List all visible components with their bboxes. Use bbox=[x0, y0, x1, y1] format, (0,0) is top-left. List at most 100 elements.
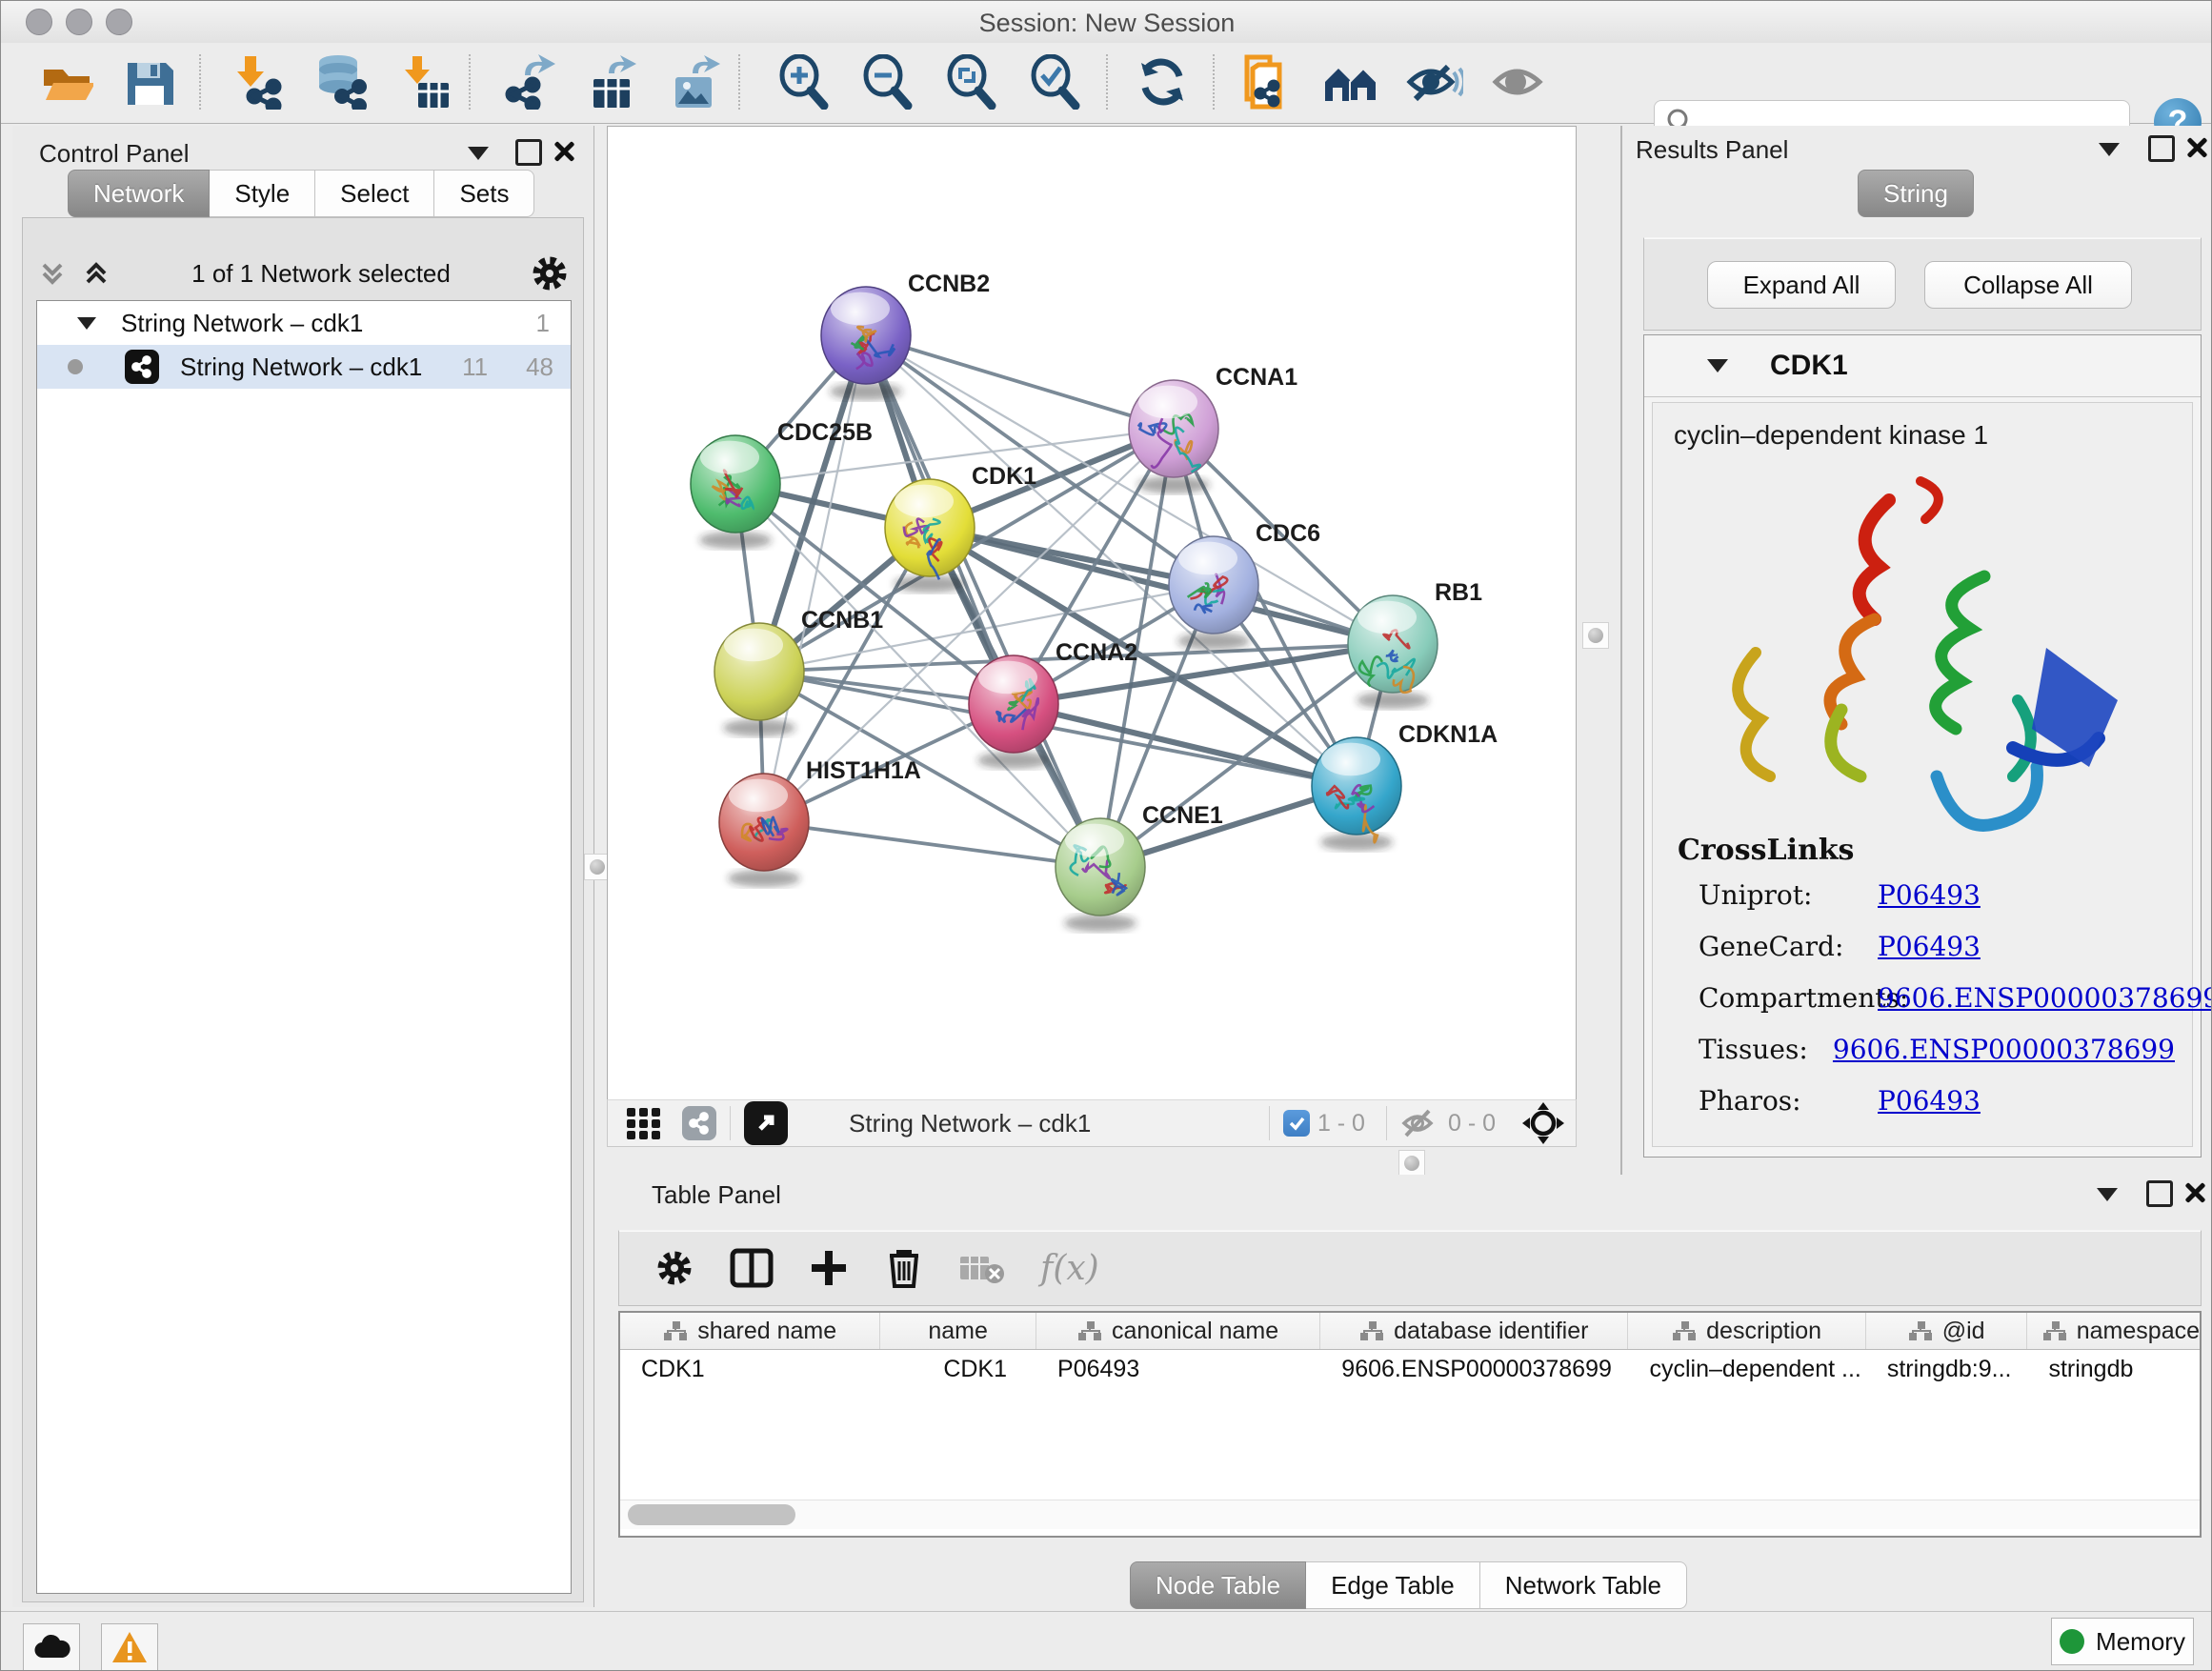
selected-count-checkbox-icon[interactable] bbox=[1283, 1110, 1310, 1137]
table-options-gear-icon[interactable] bbox=[654, 1247, 695, 1289]
scrollbar-thumb[interactable] bbox=[628, 1504, 795, 1525]
close-panel-icon[interactable] bbox=[2184, 136, 2207, 159]
gene-section-header[interactable]: CDK1 bbox=[1644, 335, 2201, 397]
node-CCNA1[interactable] bbox=[1129, 380, 1218, 493]
float-panel-icon[interactable] bbox=[2148, 135, 2175, 162]
table-row[interactable]: CDK1 CDK1 P06493 9606.ENSP00000378699 cy… bbox=[620, 1350, 2200, 1388]
network-collection-row[interactable]: String Network – cdk1 1 bbox=[37, 301, 571, 345]
crosslink-row: Tissues: 9606.ENSP00000378699 bbox=[1699, 1034, 2175, 1085]
open-file-icon[interactable] bbox=[37, 52, 96, 111]
column-header-description[interactable]: description bbox=[1628, 1313, 1865, 1349]
network-graph[interactable]: CCNB2CCNA1CDC25BCDK1CDC6RB1CCNB1CCNA2CDK… bbox=[608, 127, 1576, 1099]
node-HIST1H1A[interactable] bbox=[719, 774, 809, 887]
node-CDC25B[interactable] bbox=[691, 435, 780, 549]
compartments-link[interactable]: 9606.ENSP00000378699 bbox=[1878, 982, 2212, 1034]
column-header-canonical-name[interactable]: canonical name bbox=[1036, 1313, 1320, 1349]
column-header-name[interactable]: name bbox=[880, 1313, 1036, 1349]
tree-expand-caret-icon[interactable] bbox=[77, 317, 96, 330]
panel-menu-caret-icon[interactable] bbox=[468, 147, 489, 160]
add-column-icon[interactable] bbox=[808, 1247, 850, 1289]
new-network-from-selection-icon[interactable] bbox=[1237, 52, 1297, 111]
tab-select[interactable]: Select bbox=[315, 170, 434, 217]
close-panel-icon[interactable] bbox=[2182, 1181, 2205, 1204]
genecard-link[interactable]: P06493 bbox=[1878, 931, 1981, 982]
cell-id[interactable]: stringdb:9... bbox=[1866, 1350, 2028, 1388]
close-panel-icon[interactable] bbox=[552, 140, 574, 163]
grid-view-icon[interactable] bbox=[623, 1102, 665, 1144]
export-network-icon[interactable] bbox=[498, 52, 557, 111]
show-all-icon[interactable] bbox=[1489, 52, 1548, 111]
table-type-tabs: Node Table Edge Table Network Table bbox=[1130, 1561, 1687, 1609]
network-canvas[interactable]: CCNB2CCNA1CDC25BCDK1CDC6RB1CCNB1CCNA2CDK… bbox=[607, 126, 1577, 1100]
toolbar-separator bbox=[730, 1106, 731, 1140]
horizontal-splitter-handle[interactable] bbox=[1398, 1150, 1425, 1177]
import-network-from-file-icon[interactable] bbox=[230, 52, 289, 111]
cloud-status-button[interactable] bbox=[23, 1623, 80, 1671]
uniprot-link[interactable]: P06493 bbox=[1878, 879, 1981, 931]
cell-name[interactable]: CDK1 bbox=[880, 1350, 1036, 1388]
node-CDC6[interactable] bbox=[1169, 536, 1258, 650]
node-CDKN1A[interactable] bbox=[1312, 737, 1401, 851]
collapse-all-button[interactable]: Collapse All bbox=[1924, 261, 2132, 309]
tab-node-table[interactable]: Node Table bbox=[1130, 1561, 1306, 1609]
export-table-icon[interactable] bbox=[582, 52, 641, 111]
network-row[interactable]: String Network – cdk1 11 48 bbox=[37, 345, 571, 389]
expand-all-chevron-icon[interactable] bbox=[80, 257, 112, 290]
horizontal-scrollbar[interactable] bbox=[620, 1500, 2200, 1529]
expand-all-button[interactable]: Expand All bbox=[1707, 261, 1896, 309]
first-neighbors-icon[interactable] bbox=[1321, 52, 1380, 111]
node-CCNB2[interactable] bbox=[821, 287, 911, 400]
float-panel-icon[interactable] bbox=[515, 139, 542, 166]
pharos-link[interactable]: P06493 bbox=[1878, 1085, 1981, 1137]
network-view-type-icon[interactable] bbox=[682, 1106, 716, 1140]
node-RB1[interactable] bbox=[1348, 595, 1438, 709]
float-panel-icon[interactable] bbox=[2146, 1180, 2173, 1207]
crosslink-row: Uniprot: P06493 bbox=[1699, 879, 2175, 931]
collapse-all-chevron-icon[interactable] bbox=[36, 257, 69, 290]
panel-menu-caret-icon[interactable] bbox=[2097, 1188, 2118, 1201]
node-CCNE1[interactable] bbox=[1056, 818, 1145, 932]
detach-view-icon[interactable] bbox=[744, 1101, 788, 1145]
export-image-icon[interactable] bbox=[664, 52, 723, 111]
node-label-CCNA1: CCNA1 bbox=[1216, 364, 1297, 391]
show-columns-icon[interactable] bbox=[730, 1247, 774, 1289]
status-bar: Memory bbox=[1, 1611, 2212, 1671]
section-collapse-caret-icon[interactable] bbox=[1707, 359, 1728, 372]
birds-eye-view-icon[interactable] bbox=[1520, 1100, 1566, 1146]
window-title: Session: New Session bbox=[1, 9, 2212, 38]
zoom-in-icon[interactable] bbox=[774, 52, 834, 111]
cell-canonical-name[interactable]: P06493 bbox=[1036, 1350, 1320, 1388]
panel-menu-caret-icon[interactable] bbox=[2099, 143, 2120, 156]
vertical-splitter-handle-right[interactable] bbox=[1582, 622, 1609, 649]
options-gear-icon[interactable] bbox=[530, 253, 570, 293]
column-header-namespace[interactable]: namespace bbox=[2027, 1313, 2200, 1349]
hidden-count-eye-icon bbox=[1400, 1107, 1440, 1139]
import-table-from-file-icon[interactable] bbox=[395, 52, 454, 111]
column-header-database-identifier[interactable]: database identifier bbox=[1320, 1313, 1628, 1349]
cell-description[interactable]: cyclin–dependent ... bbox=[1628, 1350, 1865, 1388]
memory-button[interactable]: Memory bbox=[2051, 1618, 2194, 1665]
delete-column-icon[interactable] bbox=[884, 1246, 924, 1290]
import-network-from-database-icon[interactable] bbox=[312, 52, 371, 111]
zoom-out-icon[interactable] bbox=[858, 52, 917, 111]
tissues-link[interactable]: 9606.ENSP00000378699 bbox=[1833, 1034, 2175, 1085]
zoom-fit-content-icon[interactable] bbox=[942, 52, 1001, 111]
column-header-shared-name[interactable]: shared name bbox=[620, 1313, 880, 1349]
hide-selected-icon[interactable] bbox=[1405, 52, 1464, 111]
refresh-view-icon[interactable] bbox=[1133, 52, 1192, 111]
cell-shared-name[interactable]: CDK1 bbox=[620, 1350, 880, 1388]
cell-database-identifier[interactable]: 9606.ENSP00000378699 bbox=[1320, 1350, 1628, 1388]
zoom-selected-icon[interactable] bbox=[1026, 52, 1085, 111]
node-CCNB1[interactable] bbox=[714, 623, 804, 736]
tab-sets[interactable]: Sets bbox=[434, 170, 534, 217]
cell-namespace[interactable]: stringdb bbox=[2027, 1350, 2200, 1388]
column-header-id[interactable]: @id bbox=[1866, 1313, 2028, 1349]
tab-network-table[interactable]: Network Table bbox=[1480, 1561, 1687, 1609]
tab-style[interactable]: Style bbox=[210, 170, 315, 217]
tab-network[interactable]: Network bbox=[68, 170, 210, 217]
crosslink-row: Compartments: 9606.ENSP00000378699 bbox=[1699, 982, 2175, 1034]
warnings-button[interactable] bbox=[101, 1623, 158, 1671]
tab-edge-table[interactable]: Edge Table bbox=[1306, 1561, 1480, 1609]
tab-string[interactable]: String bbox=[1858, 170, 1974, 217]
save-session-icon[interactable] bbox=[121, 52, 180, 111]
